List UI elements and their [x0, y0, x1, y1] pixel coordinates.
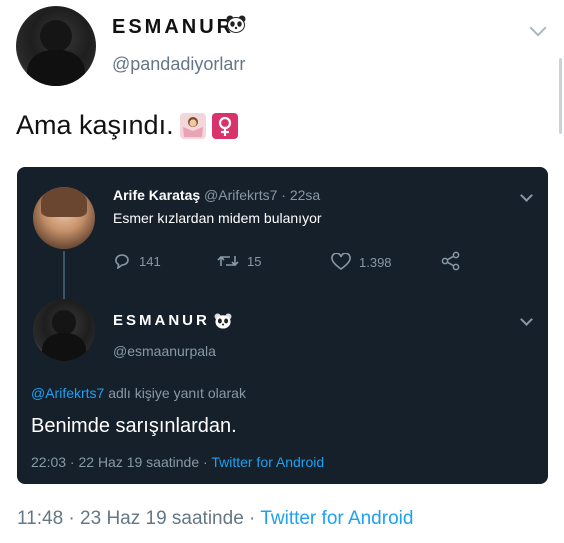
source-link[interactable]: Twitter for Android — [260, 508, 413, 529]
tweet-date: · 23 Haz 19 saatinde · — [68, 508, 256, 529]
chevron-down-icon[interactable] — [529, 19, 547, 37]
display-name[interactable]: ESMANUR — [112, 16, 234, 39]
user-handle[interactable]: @Arifekrts7 — [204, 187, 277, 203]
avatar[interactable] — [33, 299, 95, 361]
reply-to-link[interactable]: @Arifekrts7 — [31, 385, 104, 401]
tweet-time: 11:48 — [17, 508, 64, 529]
like-button[interactable]: 1.398 — [331, 253, 392, 271]
thread-connector — [63, 251, 65, 299]
chevron-down-icon[interactable] — [520, 313, 533, 326]
tweet-time: · 22sa — [281, 187, 321, 203]
female-sign-icon — [211, 112, 238, 139]
display-name[interactable]: Arife Karataş — [113, 187, 200, 203]
panda-emoji-icon — [226, 15, 246, 33]
tweet-header: Arife Karataş @Arifekrts7 · 22sa — [113, 187, 320, 203]
reply-text: Benimde sarışınlardan. — [31, 415, 237, 437]
retweet-count: 15 — [247, 253, 262, 269]
user-handle[interactable]: @esmaanurpala — [113, 343, 216, 359]
share-icon — [441, 251, 460, 271]
user-handle[interactable]: @pandadiyorlarr — [112, 54, 245, 75]
like-count: 1.398 — [359, 254, 392, 270]
tweet-text-row: Ama kaşındı. — [16, 110, 238, 141]
tweet-meta: 11:48 · 23 Haz 19 saatinde · Twitter for… — [17, 508, 413, 530]
panda-emoji-icon — [214, 312, 232, 329]
retweet-button[interactable]: 15 — [217, 253, 261, 269]
person-shrugging-icon — [179, 112, 206, 139]
display-name-row: ESMANUR — [113, 312, 232, 329]
chevron-down-icon[interactable] — [520, 189, 533, 202]
reply-to-label: adlı kişiye yanıt olarak — [108, 385, 246, 401]
tweet-text: Ama kaşındı. — [16, 110, 174, 140]
reply-context: @Arifekrts7 adlı kişiye yanıt olarak — [31, 385, 246, 401]
reply-count: 141 — [139, 253, 161, 269]
tweet-text: Esmer kızlardan midem bulanıyor — [113, 210, 322, 226]
reply-timestamp: 22:03 · 22 Haz 19 saatinde · — [31, 454, 208, 470]
heart-icon — [331, 253, 351, 270]
reply-button[interactable]: 141 — [113, 253, 161, 269]
source-link[interactable]: Twitter for Android — [211, 454, 324, 470]
avatar[interactable] — [16, 6, 96, 86]
display-name[interactable]: ESMANUR — [113, 312, 210, 329]
embedded-thread-card[interactable]: Arife Karataş @Arifekrts7 · 22sa Esmer k… — [17, 167, 548, 484]
share-button[interactable] — [441, 251, 461, 276]
reply-meta: 22:03 · 22 Haz 19 saatinde · Twitter for… — [31, 454, 324, 470]
reply-icon — [115, 254, 129, 269]
scrollbar[interactable] — [559, 58, 562, 134]
avatar[interactable] — [33, 187, 95, 249]
retweet-icon — [217, 255, 239, 267]
